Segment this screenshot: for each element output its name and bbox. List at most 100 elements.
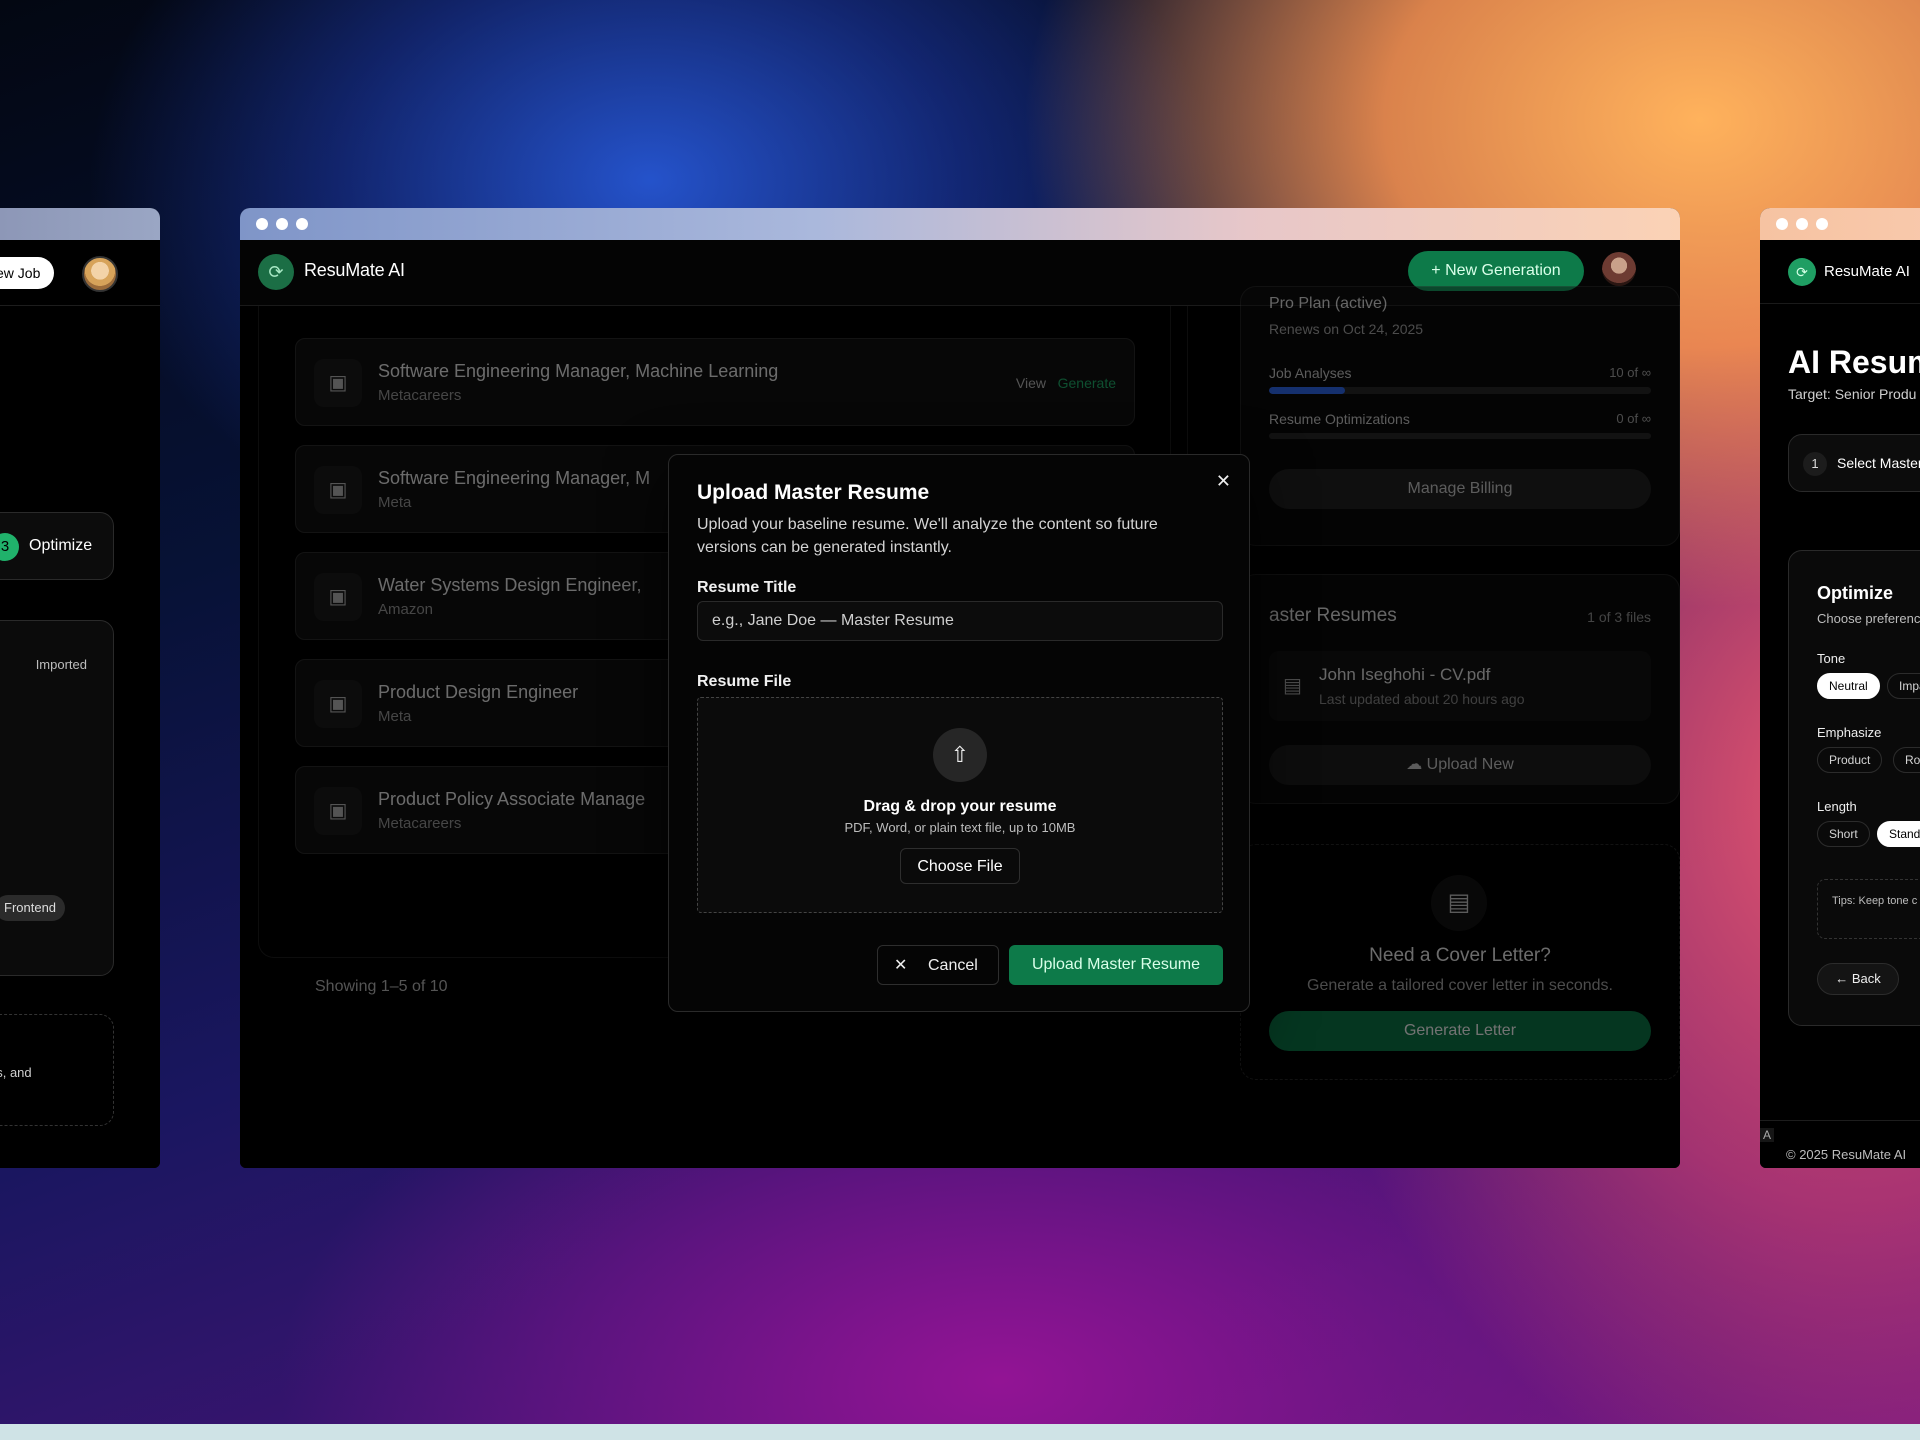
job-analyses-value: 10 of ∞ <box>1609 365 1651 380</box>
emphasize-option[interactable]: Roa <box>1893 747 1920 773</box>
copyright: © 2025 ResuMate AI <box>1786 1147 1907 1162</box>
window-minimize-dot[interactable] <box>276 218 288 230</box>
left-window-titlebar <box>0 208 160 240</box>
brand-name[interactable]: ResuMate AI <box>1824 263 1910 280</box>
main-app-window: ⟳ ResuMate AI + New Generation ▣ Softwar… <box>240 208 1680 1168</box>
left-app-window: ew Job 3 Optimize Imported Frontend es, … <box>0 208 160 1168</box>
page-title: AI Resum <box>1788 344 1920 380</box>
imported-label: Imported <box>35 657 87 672</box>
briefcase-icon: ▣ <box>314 573 362 621</box>
right-header: ⟳ ResuMate AI <box>1760 240 1920 304</box>
optimize-subtitle: Choose preferenc <box>1817 611 1920 626</box>
length-label: Length <box>1817 799 1857 814</box>
briefcase-icon: ▣ <box>314 680 362 728</box>
modal-title: Upload Master Resume <box>697 481 930 504</box>
upload-new-label: Upload New <box>1426 756 1514 773</box>
job-analyses-label: Job Analyses <box>1269 365 1352 381</box>
left-window-content: ew Job 3 Optimize Imported Frontend es, … <box>0 240 160 1168</box>
step-optimize[interactable]: 3 Optimize <box>0 512 114 580</box>
job-title: Product Policy Associate Manage <box>378 789 646 809</box>
step-number: 3 <box>0 533 19 561</box>
step-select-master[interactable]: 1 Select Master <box>1788 434 1920 492</box>
cancel-button[interactable]: ✕ Cancel <box>877 945 999 985</box>
upload-new-button[interactable]: ☁ Upload New <box>1269 745 1651 785</box>
avatar[interactable] <box>82 256 118 292</box>
window-close-dot[interactable] <box>256 218 268 230</box>
job-row[interactable]: ▣ Software Engineering Manager, Machine … <box>295 338 1135 426</box>
file-count: 1 of 3 files <box>1587 609 1651 625</box>
right-window-titlebar <box>1760 208 1920 240</box>
tone-label: Tone <box>1817 651 1846 666</box>
right-app-window: ⟳ ResuMate AI AI Resum Target: Senior Pr… <box>1760 208 1920 1168</box>
upload-icon: ⇧ <box>933 728 987 782</box>
resume-optimizations-value: 0 of ∞ <box>1616 411 1651 426</box>
resume-title-label: Resume Title <box>697 579 797 596</box>
resume-file-item[interactable]: ▤ John Iseghohi - CV.pdf Last updated ab… <box>1269 651 1651 721</box>
modal-description: Upload your baseline resume. We'll analy… <box>697 516 1158 556</box>
file-dropzone[interactable]: ⇧ Drag & drop your resume PDF, Word, or … <box>697 697 1223 913</box>
job-company: Metacareers <box>378 387 462 404</box>
job-analyses-progress <box>1269 387 1651 394</box>
new-generation-button[interactable]: + New Generation <box>1408 251 1584 291</box>
emphasize-label: Emphasize <box>1817 725 1882 740</box>
optimize-panel: Optimize Choose preferenc Tone Neutral I… <box>1788 550 1920 1026</box>
tips-box: Tips: Keep tone c oriented. <box>1817 879 1920 939</box>
cover-letter-title: Need a Cover Letter? <box>1369 945 1551 966</box>
job-title: Software Engineering Manager, Machine Le… <box>378 361 779 381</box>
optimize-heading: Optimize <box>1817 583 1894 603</box>
brand-name[interactable]: ResuMate AI <box>304 260 405 281</box>
dashed-text: es, and <box>0 1065 32 1080</box>
window-maximize-dot[interactable] <box>1816 218 1828 230</box>
resume-optimizations-label: Resume Optimizations <box>1269 411 1410 427</box>
length-option[interactable]: Standa <box>1877 821 1920 847</box>
file-name: John Iseghohi - CV.pdf <box>1319 665 1491 684</box>
avatar[interactable] <box>1602 252 1636 286</box>
arrow-left-icon: ← <box>1835 971 1852 986</box>
generate-link[interactable]: Generate <box>1058 375 1116 391</box>
job-company: Amazon <box>378 601 434 618</box>
close-icon[interactable]: ✕ <box>1216 471 1231 492</box>
job-company: Meta <box>378 494 412 511</box>
frontend-tag: Frontend <box>0 895 66 921</box>
resume-title-input[interactable] <box>697 601 1223 641</box>
plus-icon: + <box>1431 262 1446 279</box>
new-job-button[interactable]: ew Job <box>0 257 55 289</box>
manage-billing-button[interactable]: Manage Billing <box>1269 469 1651 509</box>
cover-letter-subtitle: Generate a tailored cover letter in seco… <box>1307 977 1613 994</box>
emphasize-option[interactable]: Product <box>1817 747 1883 773</box>
job-company: Metacareers <box>378 815 462 832</box>
document-icon: ▤ <box>1431 875 1487 931</box>
upload-master-resume-modal: ✕ Upload Master Resume Upload your basel… <box>668 454 1250 1012</box>
progress-fill <box>1269 387 1346 394</box>
refresh-logo-icon[interactable]: ⟳ <box>258 254 294 290</box>
choose-file-button[interactable]: Choose File <box>900 848 1020 884</box>
new-generation-label: New Generation <box>1445 262 1561 279</box>
left-dashed-card: es, and <box>0 1014 114 1126</box>
window-maximize-dot[interactable] <box>296 218 308 230</box>
window-close-dot[interactable] <box>1776 218 1788 230</box>
tone-option[interactable]: Neutral <box>1817 673 1880 699</box>
back-label: Back <box>1851 971 1881 986</box>
upload-master-resume-button[interactable]: Upload Master Resume <box>1009 945 1223 985</box>
view-link[interactable]: View <box>1016 375 1046 391</box>
job-title: Product Design Engineer <box>378 682 579 702</box>
dropzone-title: Drag & drop your resume <box>863 798 1057 815</box>
sidebar: Pro Plan (active) Renews on Oct 24, 2025… <box>1206 286 1680 1168</box>
tips-text: Tips: Keep tone c oriented. <box>1832 895 1920 907</box>
accepted-file-types: PDF, Word, or plain text file, up to 10M… <box>844 820 1076 835</box>
generate-letter-button[interactable]: Generate Letter <box>1269 1011 1651 1051</box>
bottom-strip <box>0 1424 1920 1440</box>
tone-option[interactable]: Impa <box>1887 673 1920 699</box>
back-button[interactable]: ← Back <box>1817 963 1899 995</box>
job-company: Meta <box>378 708 412 725</box>
refresh-logo-icon[interactable]: ⟳ <box>1788 258 1816 286</box>
footer-divider <box>1760 1120 1920 1121</box>
resume-optimizations-progress <box>1269 433 1651 439</box>
step-number: 1 <box>1803 452 1827 476</box>
cancel-label: Cancel <box>928 957 978 974</box>
window-minimize-dot[interactable] <box>1796 218 1808 230</box>
document-icon: ▤ <box>1283 675 1302 697</box>
right-window-content: ⟳ ResuMate AI AI Resum Target: Senior Pr… <box>1760 240 1920 1168</box>
length-option[interactable]: Short <box>1817 821 1870 847</box>
cloud-upload-icon: ☁ <box>1406 756 1427 773</box>
